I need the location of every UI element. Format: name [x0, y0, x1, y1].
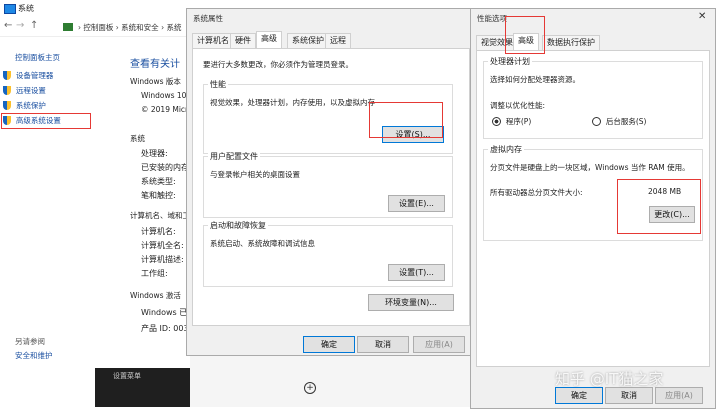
sidebar-item-remote-settings[interactable]: 远程设置 [3, 85, 46, 97]
activation-section-label: Windows 激活 [130, 291, 181, 300]
chevron-right-icon: › [115, 23, 119, 32]
system-section-label: 系统 [130, 134, 145, 143]
radio-background-services[interactable]: 后台服务(S) [592, 116, 647, 127]
group-title: 用户配置文件 [208, 151, 260, 162]
dialog-title: 系统属性 [193, 14, 223, 23]
system-row-label: 已安装的内存( [141, 163, 193, 172]
system-row-label: 系统类型: [141, 177, 176, 186]
processor-scheduling-group: 处理器计划 选择如何分配处理器资源。 调整以优化性能: 程序(P) 后台服务(S… [483, 56, 703, 139]
computer-row-label: 计算机描述: [141, 255, 184, 264]
radio-unselected-icon [592, 117, 601, 126]
apply-button[interactable]: 应用(A) [413, 336, 465, 353]
address-bar[interactable]: ← → ↑ › 控制面板 › 系统和安全 › 系统 [0, 18, 190, 37]
security-maintenance-link[interactable]: 安全和维护 [15, 350, 53, 361]
group-desc: 系统启动、系统故障和调试信息 [210, 239, 315, 248]
shield-icon [3, 71, 11, 80]
system-row-label: 笔和触控: [141, 191, 176, 200]
breadcrumb-item[interactable]: 系统和安全 [121, 23, 159, 32]
windows-name: Windows 10 [141, 91, 187, 100]
see-also-label: 另请参阅 [15, 337, 45, 346]
highlight-change-button [617, 179, 701, 234]
radio-selected-icon [492, 117, 501, 126]
vm-total-label: 所有驱动器总分页文件大小: [490, 188, 583, 197]
tab-remote[interactable]: 远程 [325, 33, 351, 48]
add-icon[interactable]: + [304, 382, 316, 394]
chevron-right-icon: › [161, 23, 165, 32]
tab-system-protection[interactable]: 系统保护 [287, 33, 329, 48]
computer-section-label: 计算机名、域和工 [130, 211, 190, 220]
ok-button[interactable]: 确定 [555, 387, 603, 404]
highlight-performance-settings [369, 102, 443, 138]
system-window-icon [4, 4, 16, 14]
group-title: 处理器计划 [488, 56, 532, 67]
group-desc: 视觉效果，处理器计划，内存使用，以及虚拟内存 [210, 98, 375, 107]
radio-label: 程序(P) [505, 117, 532, 126]
desktop-gap: + [190, 353, 472, 407]
startup-recovery-group: 启动和故障恢复 系统启动、系统故障和调试信息 设置(T)... [203, 220, 453, 287]
explorer-titlebar: 系统 [0, 0, 190, 18]
close-icon[interactable]: ✕ [698, 11, 706, 22]
sysprops-tabstrip: 计算机名 硬件 高级 系统保护 远程 [192, 31, 468, 49]
ok-button[interactable]: 确定 [303, 336, 355, 353]
system-properties-dialog: 系统属性 计算机名 硬件 高级 系统保护 远程 要进行大多数更改，你必须作为管理… [186, 8, 476, 356]
breadcrumb[interactable]: › 控制面板 › 系统和安全 › 系统 [78, 22, 181, 33]
computer-row-label: 计算机名: [141, 227, 176, 236]
sidebar-item-system-protection[interactable]: 系统保护 [3, 100, 46, 112]
cancel-button[interactable]: 取消 [357, 336, 409, 353]
breadcrumb-item[interactable]: 系统 [166, 23, 181, 32]
group-desc: 分页文件是硬盘上的一块区域，Windows 当作 RAM 使用。 [490, 163, 690, 172]
dialog-title: 性能选项 [477, 14, 507, 23]
computer-row-label: 计算机全名: [141, 241, 184, 250]
profile-settings-button[interactable]: 设置(E)... [388, 195, 445, 212]
sidebar-item-label: 远程设置 [15, 86, 46, 95]
cancel-button[interactable]: 取消 [605, 387, 653, 404]
tab-dep[interactable]: 数据执行保护 [542, 35, 600, 50]
computer-row-label: 工作组: [141, 269, 168, 278]
back-arrow-icon[interactable]: ← [4, 20, 12, 31]
watermark: 知乎 @IT猫之家 [555, 370, 664, 388]
tab-advanced[interactable]: 高级 [513, 33, 539, 50]
sidebar-item-device-manager[interactable]: 设备管理器 [3, 70, 53, 82]
user-profiles-group: 用户配置文件 与登录帐户相关的桌面设置 设置(E)... [203, 151, 453, 218]
apply-button[interactable]: 应用(A) [655, 387, 703, 404]
radio-programs[interactable]: 程序(P) [492, 116, 531, 127]
highlight-advanced-settings [1, 113, 91, 129]
sidebar-home-link[interactable]: 控制面板主页 [15, 52, 60, 63]
tab-advanced[interactable]: 高级 [256, 31, 282, 48]
breadcrumb-item[interactable]: 控制面板 [83, 23, 113, 32]
admin-note: 要进行大多数更改，你必须作为管理员登录。 [203, 60, 353, 69]
explorer-window: 系统 ← → ↑ › 控制面板 › 系统和安全 › 系统 控制面板主页 设备管理… [0, 0, 199, 368]
group-title: 虚拟内存 [488, 144, 524, 155]
shield-icon [3, 86, 11, 95]
forward-arrow-icon[interactable]: → [16, 20, 24, 31]
sysprops-panel: 要进行大多数更改，你必须作为管理员登录。 性能 视觉效果，处理器计划，内存使用，… [192, 48, 470, 326]
copyright-text: © 2019 Micro [141, 105, 193, 114]
startup-settings-button[interactable]: 设置(T)... [388, 264, 445, 281]
tab-hardware[interactable]: 硬件 [230, 33, 256, 48]
tab-computer-name[interactable]: 计算机名 [192, 33, 234, 48]
group-desc: 选择如何分配处理器资源。 [490, 75, 580, 84]
adjust-label: 调整以优化性能: [490, 101, 546, 110]
sidebar-item-label: 设备管理器 [15, 71, 54, 80]
chevron-right-icon: › [78, 23, 81, 32]
shield-icon [3, 101, 11, 110]
explorer-title: 系统 [18, 4, 34, 13]
group-title: 性能 [208, 79, 228, 90]
group-title: 启动和故障恢复 [208, 220, 268, 231]
up-arrow-icon[interactable]: ↑ [30, 20, 38, 31]
taskbar-text[interactable]: 设置菜单 [113, 371, 141, 381]
windows-edition-label: Windows 版本 [130, 77, 181, 86]
control-panel-icon [63, 23, 73, 31]
system-row-label: 处理器: [141, 149, 168, 158]
taskbar-strip: 设置菜单 [95, 368, 190, 407]
group-desc: 与登录帐户相关的桌面设置 [210, 170, 300, 179]
page-heading: 查看有关计 [130, 59, 180, 70]
sidebar-item-label: 系统保护 [15, 101, 46, 110]
environment-variables-button[interactable]: 环境变量(N)... [368, 294, 454, 311]
radio-label: 后台服务(S) [605, 117, 647, 126]
